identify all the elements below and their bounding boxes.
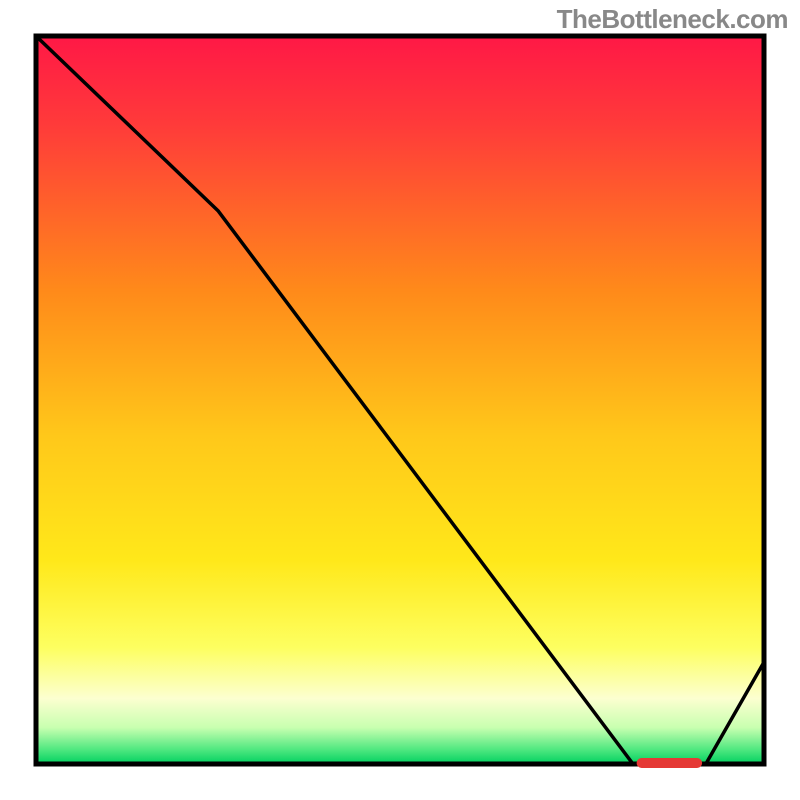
optimal-marker xyxy=(637,758,703,768)
bottleneck-chart xyxy=(0,0,800,800)
chart-container: TheBottleneck.com xyxy=(0,0,800,800)
plot-background xyxy=(36,36,764,764)
